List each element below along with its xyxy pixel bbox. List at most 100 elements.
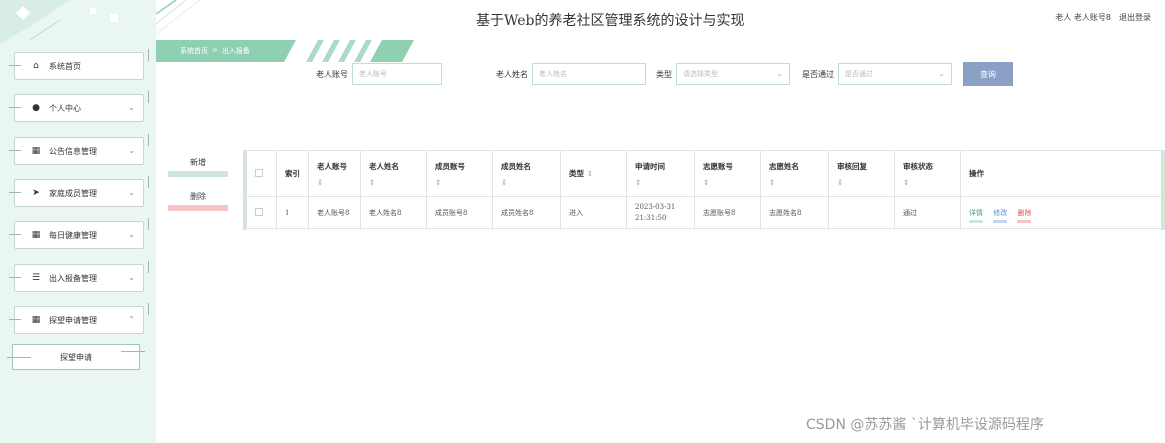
query-button[interactable]: 查询 <box>963 62 1013 86</box>
type-label: 类型 <box>656 69 672 79</box>
send-icon: ➤ <box>32 188 40 198</box>
select-all-header <box>246 150 277 197</box>
elder-account-label: 老人账号 <box>316 69 348 79</box>
grid-icon: ▦ <box>31 146 41 156</box>
column-header-label: 审核状态 <box>903 161 933 171</box>
cell-index: 1 <box>276 196 309 229</box>
detail-link[interactable]: 详情 <box>969 208 983 223</box>
sidebar-item-label: 家庭成员管理 <box>49 188 97 198</box>
table-row: 1 老人账号8 老人姓名8 成员账号8 成员姓名8 进入 2023-03-31 … <box>246 196 1164 229</box>
sidebar-item-profile[interactable]: ● 个人中心 ⌄ <box>9 91 149 122</box>
sidebar-decoration <box>0 0 118 44</box>
chevron-down-icon: ⌄ <box>128 230 135 239</box>
row-checkbox[interactable] <box>255 207 263 216</box>
data-table: 索引 老人账号 ⇕ 老人姓名 ⇕ 成员账号 ⇕ 成员姓名 ⇕ 类型 ⇕ 申请时间 ⇕ 志愿… <box>243 150 1165 230</box>
sort-icon[interactable]: ⇕ <box>317 178 360 187</box>
cell-member-name: 成员姓名8 <box>492 196 561 229</box>
elder-name-input[interactable]: 老人姓名 <box>532 63 646 85</box>
column-header-label: 成员账号 <box>435 161 465 171</box>
column-header[interactable]: 类型 ⇕ <box>560 150 627 197</box>
column-header-label: 志愿账号 <box>703 161 733 171</box>
column-header[interactable]: 老人姓名 ⇕ <box>360 150 427 197</box>
search-type: 类型 请选择类型 ⌄ <box>656 62 790 86</box>
sort-icon[interactable]: ⇕ <box>501 178 560 187</box>
sidebar-item-label: 探望申请管理 <box>49 315 97 325</box>
column-header[interactable]: 志愿账号 ⇕ <box>694 150 761 197</box>
sidebar-subitem-visit-request[interactable]: 探望申请 <box>7 344 145 370</box>
sort-icon[interactable]: ⇕ <box>903 178 960 187</box>
sort-icon[interactable]: ⇕ <box>837 178 894 187</box>
sort-icon[interactable]: ⇕ <box>587 169 593 178</box>
column-header-label: 成员姓名 <box>501 161 531 171</box>
column-header[interactable]: 志愿姓名 ⇕ <box>760 150 829 197</box>
divider <box>7 357 31 358</box>
cell-volunteer-name: 志愿姓名8 <box>760 196 829 229</box>
approved-placeholder: 是否通过 <box>845 70 873 78</box>
sidebar-item-family[interactable]: ➤ 家庭成员管理 ⌄ <box>9 176 149 207</box>
chevron-down-icon: ⌄ <box>128 273 135 282</box>
sort-icon[interactable]: ⇕ <box>435 178 492 187</box>
search-elder-name: 老人姓名 老人姓名 <box>496 62 646 86</box>
sidebar-item-label: 每日健康管理 <box>49 230 97 240</box>
search-approved: 是否通过 是否通过 ⌄ <box>802 62 952 86</box>
chevron-down-icon: ⌄ <box>128 146 135 155</box>
cell-apply-time: 2023-03-31 21:31:50 <box>626 196 695 229</box>
cell-volunteer-account: 志愿账号8 <box>694 196 761 229</box>
search-elder-account: 老人账号 老人账号 <box>316 62 442 86</box>
elder-account-placeholder: 老人账号 <box>359 70 387 78</box>
apply-date: 2023-03-31 <box>635 203 676 211</box>
column-header[interactable]: 老人账号 ⇕ <box>308 150 361 197</box>
header: 基于Web的养老社区管理系统的设计与实现 老人 老人账号8 退出登录 <box>156 0 1165 40</box>
column-header-label: 申请时间 <box>635 161 665 171</box>
sort-icon[interactable]: ⇕ <box>369 178 426 187</box>
add-button[interactable]: 新增 <box>168 157 228 177</box>
column-header: 索引 <box>276 150 309 197</box>
chevron-down-icon: ⌄ <box>128 103 135 112</box>
table-header-row: 索引 老人账号 ⇕ 老人姓名 ⇕ 成员账号 ⇕ 成员姓名 ⇕ 类型 ⇕ 申请时间 ⇕ 志愿… <box>246 150 1164 197</box>
sort-icon[interactable]: ⇕ <box>769 178 828 187</box>
cell-elder-account: 老人账号8 <box>308 196 361 229</box>
breadcrumb-current: 出入报备 <box>221 47 250 55</box>
header-decoration <box>156 0 201 35</box>
column-header[interactable]: 审核状态 ⇕ <box>894 150 961 197</box>
sidebar-item-visit-request[interactable]: ▦ 探望申请管理 ⌃ <box>9 303 149 334</box>
column-header-label: 老人姓名 <box>369 161 399 171</box>
type-select[interactable]: 请选择类型 ⌄ <box>676 63 790 85</box>
column-header[interactable]: 审核回复 ⇕ <box>828 150 895 197</box>
sidebar-subitem-label: 探望申请 <box>60 352 92 362</box>
elder-account-input[interactable]: 老人账号 <box>352 63 442 85</box>
edit-link[interactable]: 修改 <box>993 208 1008 223</box>
sort-icon[interactable]: ⇕ <box>703 178 760 187</box>
sort-icon[interactable]: ⇕ <box>635 178 694 187</box>
chevron-down-icon: ⌄ <box>776 69 783 78</box>
chevron-down-icon: ⌄ <box>938 69 945 78</box>
cell-elder-name: 老人姓名8 <box>360 196 427 229</box>
cell-member-account: 成员账号8 <box>426 196 493 229</box>
cell-type: 进入 <box>560 196 627 229</box>
sidebar-item-access-report[interactable]: ☰ 出入报备管理 ⌄ <box>9 261 149 292</box>
select-all-checkbox[interactable] <box>255 168 263 177</box>
column-header: 操作 <box>960 150 1164 197</box>
chevron-up-icon: ⌃ <box>128 315 135 324</box>
sidebar-item-home[interactable]: ⌂ 系统首页 <box>9 49 149 80</box>
breadcrumb-home[interactable]: 系统首页 <box>180 46 208 56</box>
cell-review-reply <box>828 196 895 229</box>
delete-link[interactable]: 删除 <box>1017 208 1032 223</box>
column-header[interactable]: 成员姓名 ⇕ <box>492 150 561 197</box>
approved-select[interactable]: 是否通过 ⌄ <box>838 63 952 85</box>
column-header[interactable]: 申请时间 ⇕ <box>626 150 695 197</box>
cell-review-status: 通过 <box>894 196 961 229</box>
chevron-down-icon: ⌄ <box>128 188 135 197</box>
column-header-label: 老人账号 <box>317 161 347 171</box>
sidebar-item-label: 个人中心 <box>49 103 81 113</box>
elder-name-label: 老人姓名 <box>496 69 528 79</box>
divider <box>121 351 145 352</box>
logout-link[interactable]: 退出登录 <box>1119 12 1151 23</box>
sidebar-item-health[interactable]: ▦ 每日健康管理 ⌄ <box>9 218 149 249</box>
sidebar-item-label: 公告信息管理 <box>49 146 97 156</box>
user-label: 老人 老人账号8 <box>1055 13 1111 22</box>
sidebar-item-notices[interactable]: ▦ 公告信息管理 ⌄ <box>9 134 149 165</box>
column-header[interactable]: 成员账号 ⇕ <box>426 150 493 197</box>
sliders-icon: ☰ <box>31 273 41 283</box>
delete-button[interactable]: 删除 <box>168 191 228 211</box>
